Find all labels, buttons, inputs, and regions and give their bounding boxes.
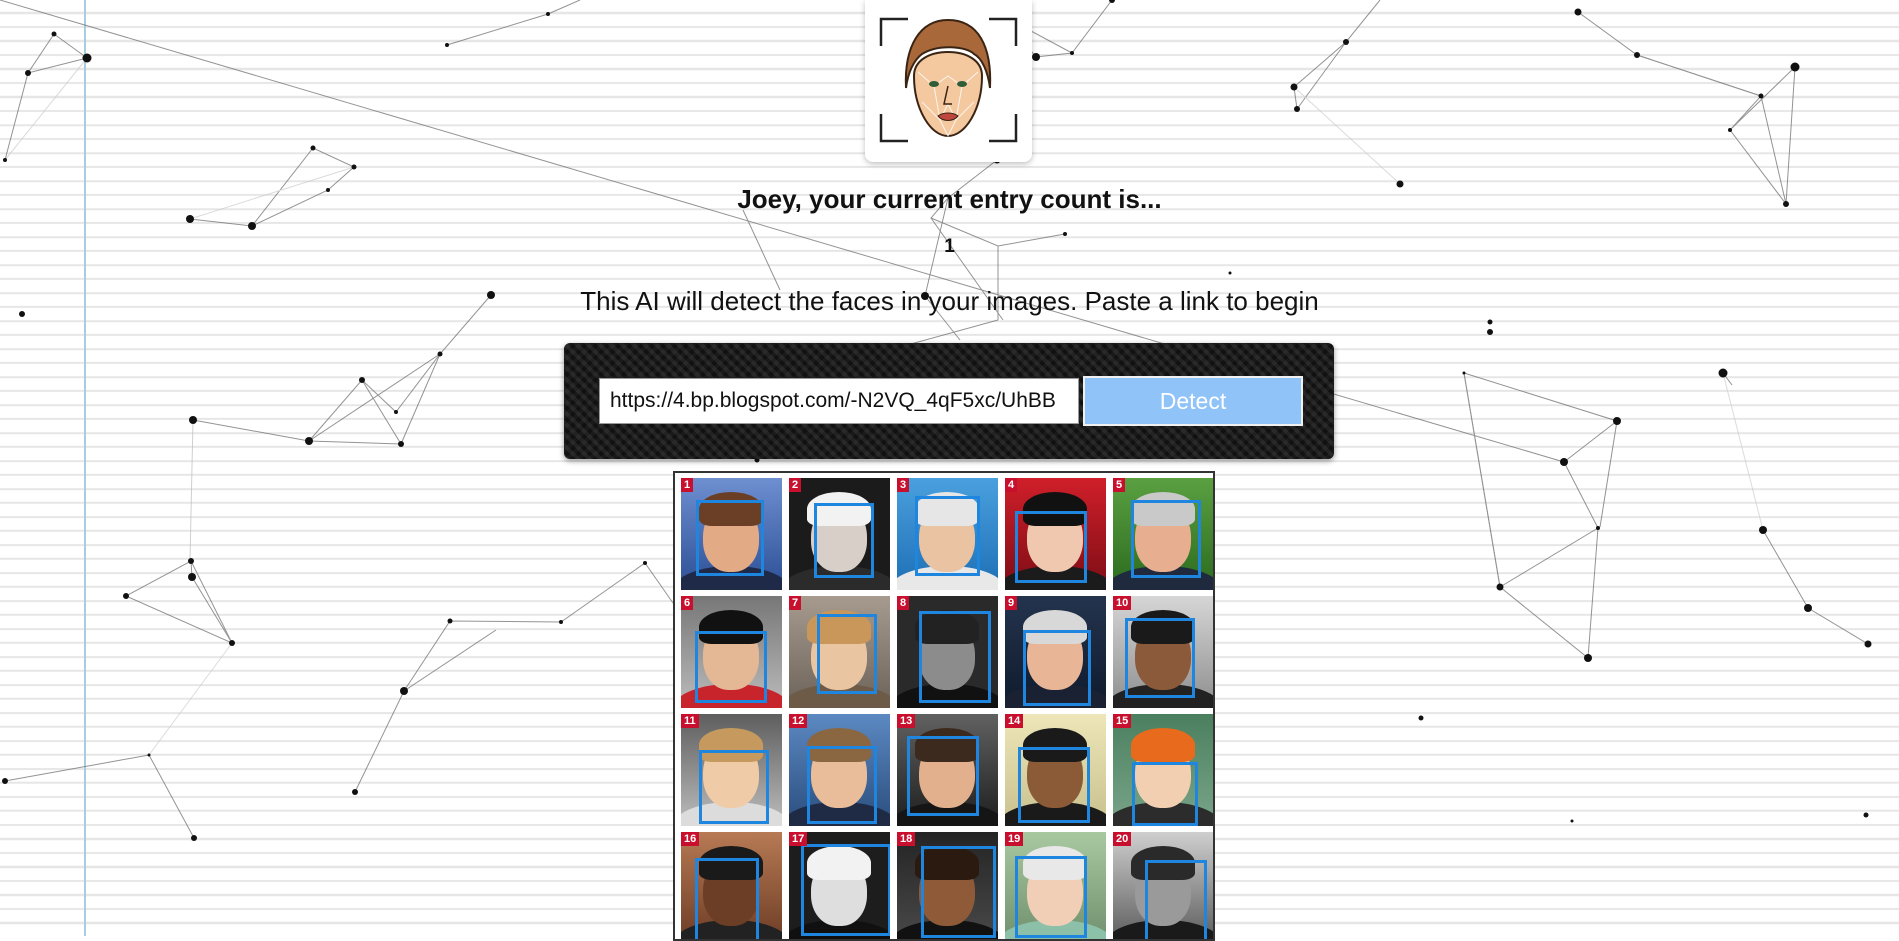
tile-number-badge: 20: [1113, 832, 1132, 846]
app-logo: [865, 0, 1032, 162]
result-tile: 6: [681, 596, 782, 708]
result-tile: 13: [897, 714, 998, 826]
tile-number-badge: 5: [1113, 478, 1126, 492]
tile-number-badge: 7: [789, 596, 802, 610]
face-detection-box: [1131, 500, 1201, 578]
tile-number-badge: 8: [897, 596, 910, 610]
tile-number-badge: 16: [681, 832, 700, 846]
face-detection-box: [1023, 630, 1091, 706]
result-tile: 5: [1113, 478, 1213, 590]
tile-number-badge: 11: [681, 714, 699, 728]
result-tile: 14: [1005, 714, 1106, 826]
tile-number-badge: 9: [1005, 596, 1018, 610]
result-tile: 20: [1113, 832, 1213, 939]
tile-number-badge: 4: [1005, 478, 1018, 492]
face-detection-box: [1018, 747, 1090, 823]
entry-count-value: 1: [944, 236, 955, 257]
face-detection-box: [817, 614, 877, 694]
face-detection-box: [1015, 856, 1087, 938]
face-detection-box: [814, 503, 874, 578]
portrait-hair: [1131, 728, 1195, 762]
result-tile: 15: [1113, 714, 1213, 826]
tile-number-badge: 1: [681, 478, 694, 492]
result-tile: 4: [1005, 478, 1106, 590]
tile-number-badge: 14: [1005, 714, 1024, 728]
result-tile: 9: [1005, 596, 1106, 708]
face-detection-box: [919, 611, 991, 703]
result-tile: 1: [681, 478, 782, 590]
result-tile: 11: [681, 714, 782, 826]
tile-number-badge: 12: [789, 714, 808, 728]
face-detection-box: [1125, 618, 1195, 698]
entry-count-heading: Joey, your current entry count is...: [737, 184, 1162, 214]
face-detection-box: [921, 846, 996, 938]
tile-number-badge: 19: [1005, 832, 1024, 846]
tile-number-badge: 15: [1113, 714, 1132, 728]
result-tile: 3: [897, 478, 998, 590]
instructions-text: This AI will detect the faces in your im…: [580, 286, 1319, 316]
result-tile: 19: [1005, 832, 1106, 939]
url-input-panel: Detect: [564, 343, 1334, 459]
result-tile: 7: [789, 596, 890, 708]
detect-button[interactable]: Detect: [1083, 376, 1303, 426]
result-tile: 8: [897, 596, 998, 708]
tile-number-badge: 6: [681, 596, 694, 610]
detection-result-image: 1 2 3 4 5 6 7 8 9 10 11 12 13 14 15 16 17 18 19 20: [673, 471, 1215, 941]
result-tile: 12: [789, 714, 890, 826]
tile-number-badge: 3: [897, 478, 910, 492]
tile-number-badge: 13: [897, 714, 916, 728]
face-detection-box: [699, 750, 769, 824]
result-tile: 16: [681, 832, 782, 939]
face-detection-box: [1015, 511, 1087, 583]
face-detection-box: [696, 500, 764, 576]
tile-number-badge: 10: [1113, 596, 1132, 610]
face-detection-box: [1132, 762, 1198, 826]
tile-number-badge: 17: [789, 832, 808, 846]
tile-number-badge: 2: [789, 478, 802, 492]
result-tile: 2: [789, 478, 890, 590]
face-detection-box: [801, 844, 890, 936]
result-tile: 10: [1113, 596, 1213, 708]
tile-number-badge: 18: [897, 832, 916, 846]
face-detection-box: [1145, 860, 1207, 939]
face-detection-box: [907, 736, 979, 816]
face-detection-box: [695, 858, 759, 939]
face-detection-box: [915, 496, 980, 576]
image-url-input[interactable]: [599, 378, 1079, 424]
result-tile: 18: [897, 832, 998, 939]
face-detection-box: [807, 746, 877, 824]
result-tile: 17: [789, 832, 890, 939]
face-scan-icon: [879, 17, 1018, 143]
face-detection-box: [695, 631, 767, 703]
